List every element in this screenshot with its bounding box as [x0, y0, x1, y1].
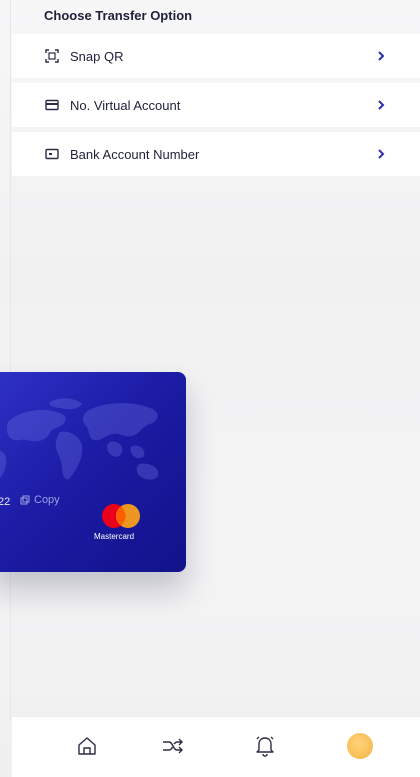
transfer-screen: Choose Transfer Option Snap QR No. Virtu…: [0, 0, 420, 777]
chevron-right-icon: [378, 51, 385, 61]
chevron-right-icon: [378, 100, 385, 110]
copy-label: Copy: [34, 494, 60, 506]
card-icon: [44, 97, 60, 113]
option-label: Snap QR: [70, 48, 124, 64]
bottom-navigation: [12, 716, 420, 777]
copy-icon: [20, 495, 30, 505]
nav-transfer[interactable]: [160, 733, 186, 759]
option-label: No. Virtual Account: [70, 97, 181, 113]
mastercard-label: Mastercard: [94, 532, 135, 541]
section-title: Choose Transfer Option: [44, 8, 193, 23]
card-number: 22: [0, 496, 11, 508]
background-panel-edge: [10, 0, 11, 720]
bell-icon: [256, 736, 274, 757]
bank-card-icon: [44, 146, 60, 162]
shuffle-icon: [163, 738, 183, 754]
chevron-right-icon: [378, 149, 385, 159]
option-label: Bank Account Number: [70, 146, 200, 162]
avatar: [347, 733, 373, 759]
option-virtual-account[interactable]: No. Virtual Account: [12, 83, 420, 127]
world-map-graphic: [0, 398, 159, 480]
scan-qr-icon: [44, 48, 60, 64]
home-icon: [78, 737, 96, 755]
option-bank-account-number[interactable]: Bank Account Number: [12, 132, 420, 176]
nav-profile[interactable]: [347, 733, 373, 759]
nav-home[interactable]: [74, 733, 100, 759]
bank-card[interactable]: 22 Copy Mastercard: [0, 372, 186, 572]
option-snap-qr[interactable]: Snap QR: [12, 34, 420, 78]
nav-notifications[interactable]: [252, 733, 278, 759]
copy-button[interactable]: Copy: [20, 494, 60, 506]
